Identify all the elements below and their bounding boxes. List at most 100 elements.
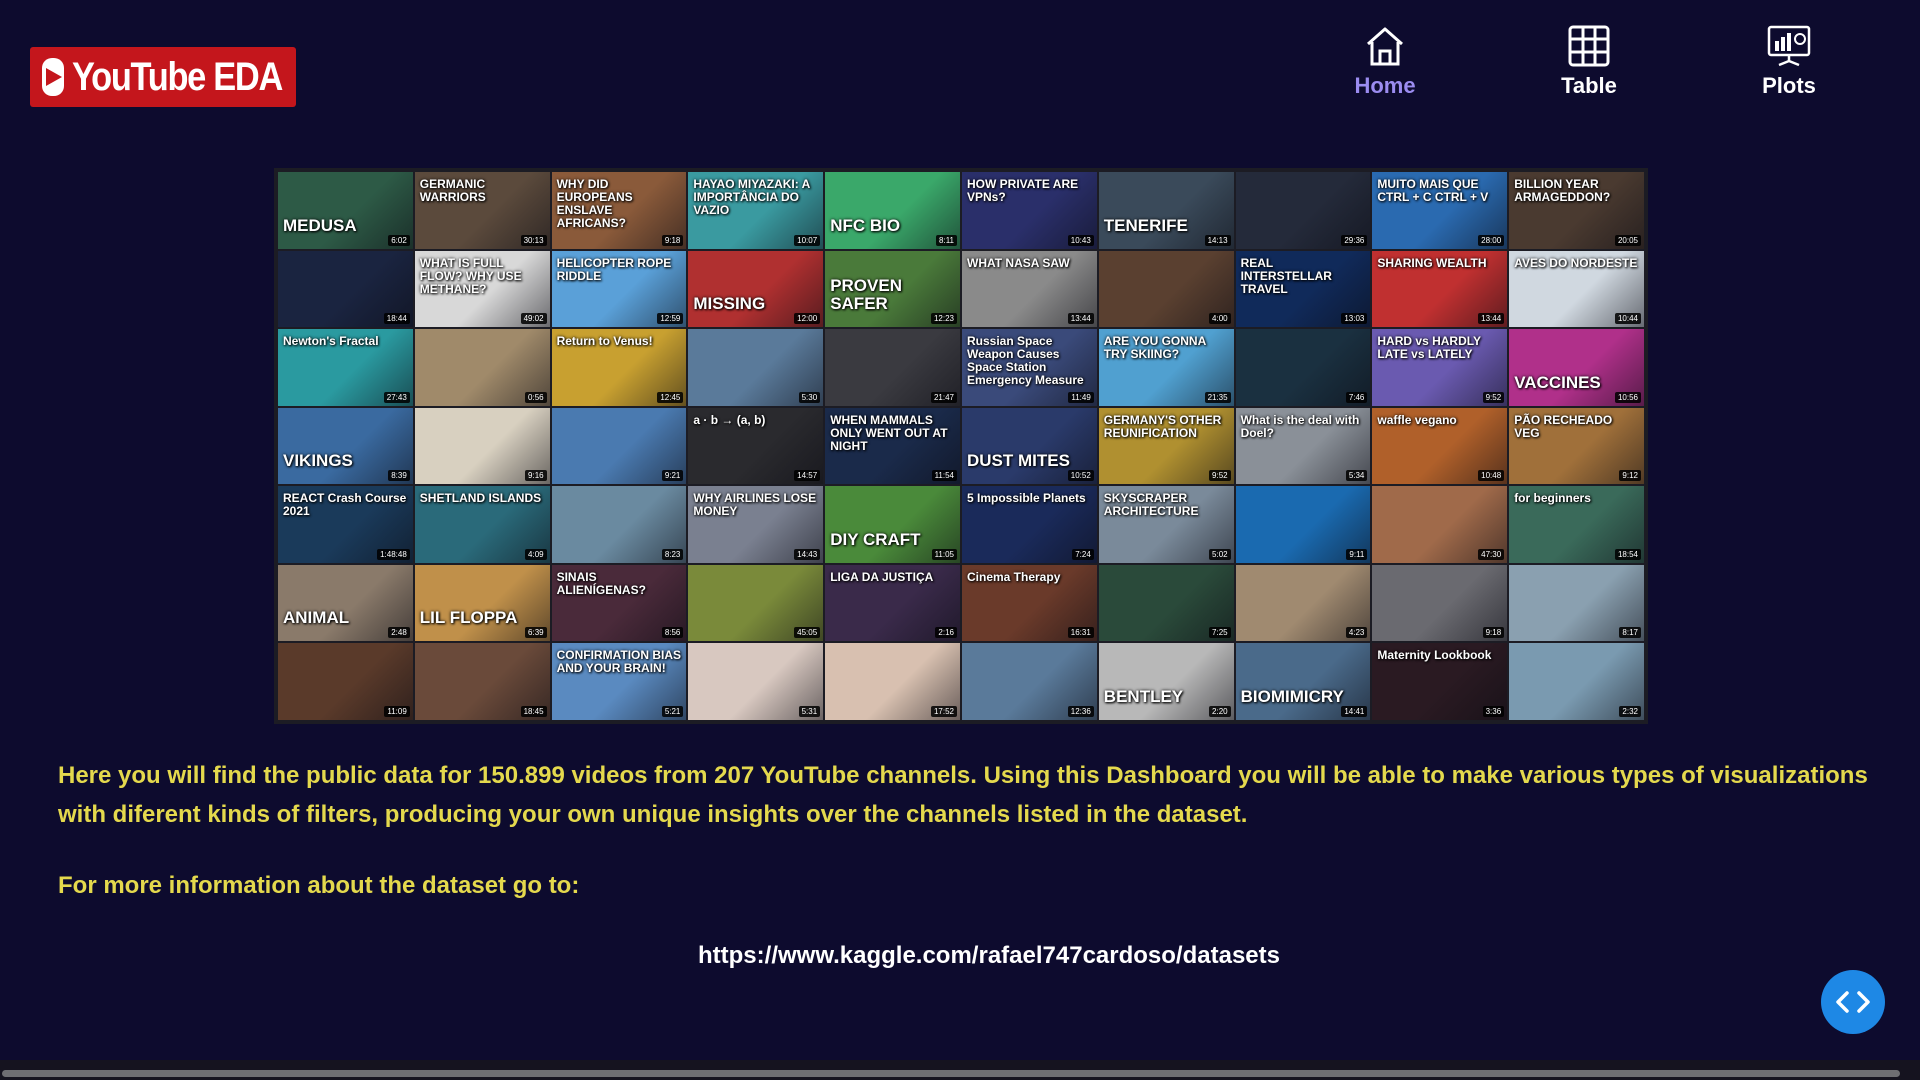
nav-home[interactable]: Home [1315,25,1455,110]
video-thumbnail[interactable]: DUST MITES 10:52 [962,407,1097,485]
video-thumbnail[interactable]: HELICOPTER ROPE RIDDLE 12:59 [551,250,687,328]
video-thumbnail[interactable]: 7:46 [1235,329,1371,406]
video-thumbnail[interactable]: WHAT NASA SAW 13:44 [962,250,1097,328]
thumbnail-duration: 18:44 [383,313,410,325]
thumbnail-duration: 5:30 [798,391,821,403]
video-thumbnail[interactable]: SINAIS ALIENÍGENAS? 8:56 [551,564,687,642]
thumbnail-title: Cinema Therapy [967,569,1061,584]
video-thumbnail[interactable]: 9:16 [414,407,550,485]
video-thumbnail[interactable]: What is the deal with Doel? 5:34 [1235,407,1371,485]
video-thumbnail[interactable]: 29:36 [1235,172,1371,249]
video-thumbnail[interactable]: 18:45 [414,643,550,720]
video-thumbnail[interactable]: VIKINGS 8:39 [278,407,413,485]
code-toggle-button[interactable] [1821,970,1885,1034]
video-thumbnail[interactable]: HAYAO MIYAZAKI: A IMPORTÂNCIA DO VAZIO 10… [688,172,824,249]
video-thumbnail[interactable]: BIOMIMICRY 14:41 [1235,643,1371,720]
video-thumbnail[interactable]: REAL INTERSTELLAR TRAVEL 13:03 [1235,250,1371,328]
video-thumbnail[interactable]: 4:00 [1098,250,1234,328]
video-thumbnail[interactable]: Return to Venus! 12:45 [551,329,687,406]
video-thumbnail[interactable]: 5 Impossible Planets 7:24 [962,486,1097,563]
video-thumbnail[interactable]: NFC BIO 8:11 [825,172,960,249]
video-thumbnail[interactable]: for beginners 18:54 [1509,486,1644,563]
brand-logo[interactable]: YouTube EDA [30,47,296,107]
video-thumbnail[interactable]: SHETLAND ISLANDS 4:09 [414,486,550,563]
video-thumbnail[interactable]: MEDUSA 6:02 [278,172,413,249]
video-thumbnail[interactable]: 2:32 [1509,643,1644,720]
dataset-link[interactable]: https://www.kaggle.com/rafael747cardoso/… [0,942,1920,970]
video-thumbnail[interactable]: LIGA DA JUSTIÇA 2:16 [825,564,960,642]
video-thumbnail[interactable]: 45:05 [688,564,824,642]
video-thumbnail[interactable]: 8:17 [1509,564,1644,642]
video-thumbnail[interactable]: 11:09 [278,643,413,720]
video-thumbnail[interactable]: 9:11 [1235,486,1371,563]
thumbnail-duration: 18:54 [1614,548,1641,560]
video-thumbnail[interactable]: 7:25 [1098,564,1234,642]
video-thumbnail[interactable]: 5:30 [688,329,824,406]
video-thumbnail[interactable]: WHAT IS FULL FLOW? WHY USE METHANE? 49:02 [414,250,550,328]
thumbnail-title: HOW PRIVATE ARE VPNs? [967,177,1079,204]
video-thumbnail[interactable]: 21:47 [825,329,960,406]
nav-plots[interactable]: Plots [1719,25,1859,110]
thumbnail-duration: 5:02 [1209,548,1231,560]
thumbnail-duration: 29:36 [1341,234,1368,246]
video-thumbnail[interactable]: WHEN MAMMALS ONLY WENT OUT AT NIGHT 11:54 [825,407,960,485]
video-thumbnail[interactable]: CONFIRMATION BIAS AND YOUR BRAIN! 5:21 [551,643,687,720]
thumbnail-title: WHY DID EUROPEANS ENSLAVE AFRICANS? [556,177,633,230]
video-thumbnail[interactable]: GERMANY'S OTHER REUNIFICATION 9:52 [1098,407,1234,485]
video-thumbnail[interactable]: WHY AIRLINES LOSE MONEY 14:43 [688,486,824,563]
video-thumbnail[interactable]: Russian Space Weapon Causes Space Statio… [962,329,1097,406]
video-thumbnail[interactable]: Maternity Lookbook 3:36 [1372,643,1508,720]
video-thumbnail[interactable]: MUITO MAIS QUE CTRL + C CTRL + V 28:00 [1372,172,1508,249]
thumbnail-title: LIGA DA JUSTIÇA [830,569,934,584]
video-thumbnail[interactable]: BILLION YEAR ARMAGEDDON? 20:05 [1509,172,1644,249]
nav-table[interactable]: Table [1519,25,1659,110]
video-thumbnail[interactable]: TENERIFE 14:13 [1098,172,1234,249]
video-thumbnail[interactable]: ANIMAL 2:48 [278,564,413,642]
thumbnail-title: BILLION YEAR ARMAGEDDON? [1514,177,1611,204]
video-thumbnail[interactable]: 9:21 [551,407,687,485]
video-thumbnail[interactable]: 17:52 [825,643,960,720]
video-thumbnail[interactable]: REACT Crash Course 2021 1:48:48 [278,486,413,563]
video-thumbnail[interactable]: LIL FLOPPA 6:39 [414,564,550,642]
thumbnail-title: HELICOPTER ROPE RIDDLE [556,255,672,283]
thumbnail-duration: 9:52 [1209,470,1231,482]
thumbnail-duration: 18:45 [520,705,547,717]
video-thumbnail[interactable]: DIY CRAFT 11:05 [825,486,960,563]
video-thumbnail[interactable]: a · b → (a, b) 14:57 [688,407,824,485]
video-thumbnail[interactable]: GERMANIC WARRIORS 30:13 [414,172,550,249]
video-thumbnail[interactable]: 47:30 [1372,486,1508,563]
code-icon [1836,991,1870,1013]
video-thumbnail[interactable]: MISSING 12:00 [688,250,824,328]
video-thumbnail[interactable]: 9:18 [1372,564,1508,642]
video-thumbnail[interactable]: 4:23 [1235,564,1371,642]
video-thumbnail[interactable]: Newton's Fractal 27:43 [278,329,413,406]
table-icon [1568,25,1610,67]
thumbnail-duration: 1:48:48 [377,548,410,560]
horizontal-scrollbar-thumb[interactable] [2,1070,1900,1077]
video-thumbnail[interactable]: PÃO RECHEADO VEG 9:12 [1509,407,1644,485]
thumbnail-duration: 6:39 [525,627,547,639]
thumbnail-duration: 11:49 [1068,391,1094,403]
thumbnail-title: REAL INTERSTELLAR TRAVEL [1240,255,1332,296]
video-thumbnail[interactable]: BENTLEY 2:20 [1098,643,1234,720]
thumbnail-title: BIOMIMICRY [1240,686,1344,706]
video-thumbnail[interactable]: ARE YOU GONNA TRY SKIING? 21:35 [1098,329,1234,406]
thumbnail-duration: 10:48 [1478,470,1505,482]
video-thumbnail[interactable]: 12:36 [962,643,1097,720]
video-thumbnail[interactable]: 18:44 [278,250,413,328]
video-thumbnail[interactable]: AVES DO NORDESTE 10:44 [1509,250,1644,328]
thumbnail-duration: 20:05 [1614,234,1641,246]
video-thumbnail[interactable]: VACCINES 10:56 [1509,329,1644,406]
thumbnail-title: VIKINGS [283,451,353,471]
video-thumbnail[interactable]: HOW PRIVATE ARE VPNs? 10:43 [962,172,1097,249]
video-thumbnail[interactable]: 5:31 [688,643,824,720]
video-thumbnail[interactable]: 8:23 [551,486,687,563]
video-thumbnail[interactable]: Cinema Therapy 16:31 [962,564,1097,642]
video-thumbnail[interactable]: 0:56 [414,329,550,406]
video-thumbnail[interactable]: waffle vegano 10:48 [1372,407,1508,485]
video-thumbnail[interactable]: WHY DID EUROPEANS ENSLAVE AFRICANS? 9:18 [551,172,687,249]
video-thumbnail[interactable]: PROVEN SAFER 12:23 [825,250,960,328]
video-thumbnail[interactable]: HARD vs HARDLY LATE vs LATELY 9:52 [1372,329,1508,406]
video-thumbnail[interactable]: SHARING WEALTH 13:44 [1372,250,1508,328]
video-thumbnail[interactable]: SKYSCRAPER ARCHITECTURE 5:02 [1098,486,1234,563]
